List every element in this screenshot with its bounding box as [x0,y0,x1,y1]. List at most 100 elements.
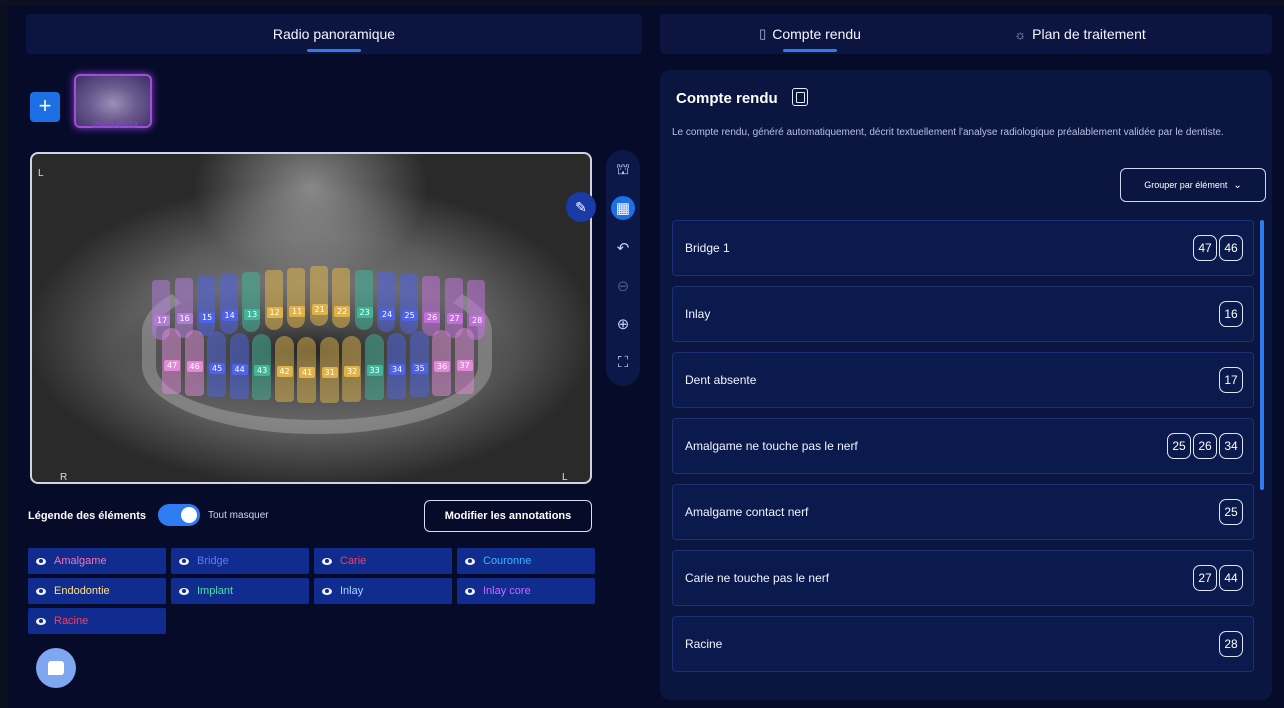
tooth-badge[interactable]: 34 [1219,433,1243,459]
eye-icon [179,587,189,595]
zoom-in-icon: ⊕ [616,316,630,333]
tooth-number-tag: 27 [446,313,463,324]
zoom-in-button[interactable]: ⊕ [611,312,635,336]
tooth-number-tag: 26 [424,311,441,323]
report-row-label: Dent absente [685,373,757,387]
lightbulb-icon: ☼ [1014,26,1027,42]
legend-chip[interactable]: Amalgame [28,548,166,574]
eye-icon [179,557,189,565]
annotation-view-button[interactable]: ▦ [611,196,635,220]
legend-chip[interactable]: Racine [28,608,166,634]
report-title: Compte rendu [676,90,778,107]
tooth-badges: 25 26 34 [1167,433,1243,459]
tab-active-indicator [307,49,361,52]
tooth-view-button[interactable]: ⛫ [611,158,635,182]
tooth-number-tag: 47 [164,360,181,372]
legend-chip[interactable]: Couronne [457,548,595,574]
tooth-badge[interactable]: 25 [1219,499,1243,525]
upper-tooth[interactable] [399,274,418,334]
window-edge [0,0,8,708]
tab-radio-panoramique[interactable]: Radio panoramique [26,14,642,54]
report-description: Le compte rendu, généré automatiquement,… [672,127,1224,138]
tooth-badge[interactable]: 27 [1193,565,1217,591]
upper-tooth[interactable] [197,276,215,336]
report-row[interactable]: Dent absente 17 [672,352,1254,408]
edit-pencil-button[interactable]: ✎ [566,192,596,222]
group-by-select[interactable]: Grouper par élément ⌄ [1120,168,1266,202]
xray-marker: L [38,168,44,179]
zoom-out-button[interactable]: ⊖ [611,274,635,298]
hide-all-toggle[interactable] [158,504,200,526]
plus-icon: + [38,93,52,118]
tooth-badge[interactable]: 17 [1219,367,1243,393]
tooth-badges: 28 [1219,631,1243,657]
right-tabbar: ▯ Compte rendu ☼ Plan de traitement [660,14,1272,54]
tooth-badge[interactable]: 46 [1219,235,1243,261]
legend-title: Légende des éléments [28,510,146,522]
upper-tooth[interactable] [264,270,283,330]
legend-chip[interactable]: Endodontie [28,578,166,604]
fullscreen-button[interactable]: ⛶ [611,350,635,374]
upper-tooth[interactable] [219,274,238,334]
upper-tooth[interactable] [377,272,395,332]
tooth-number-tag: 37 [456,360,473,372]
report-row[interactable]: Carie ne touche pas le nerf 27 44 [672,550,1254,606]
undo-button[interactable]: ↶ [611,236,635,260]
legend-chip[interactable]: Carie [314,548,452,574]
report-panel: Compte rendu Le compte rendu, généré aut… [660,70,1272,700]
tooth-badge[interactable]: 47 [1193,235,1217,261]
upper-tooth[interactable] [422,276,440,336]
eye-icon [36,557,46,565]
tooth-badge[interactable]: 25 [1167,433,1191,459]
legend-chip-label: Bridge [197,555,229,567]
tooth-number-tag: 13 [244,308,261,320]
legend-chip[interactable]: Inlay core [457,578,595,604]
add-radio-button[interactable]: + [30,92,60,122]
chat-icon [48,661,64,675]
report-row[interactable]: Amalgame ne touche pas le nerf 25 26 34 [672,418,1254,474]
tooth-number-tag: 23 [356,307,373,318]
report-row-label: Carie ne touche pas le nerf [685,571,830,585]
legend-chip[interactable]: Bridge [171,548,309,574]
panoramic-xray[interactable]: L R L 17 16 15 14 13 12 11 21 22 23 24 25 26 27 28 47 46… [30,152,592,484]
report-row[interactable]: Bridge 1 47 46 [672,220,1254,276]
legend-chip-label: Carie [340,555,367,567]
tooth-badge[interactable]: 44 [1219,565,1243,591]
tooth-number-tag: 15 [199,311,216,323]
legend-chip[interactable]: Implant [171,578,309,604]
tooth-number-tag: 33 [366,365,383,376]
scrollbar[interactable] [1260,220,1264,490]
chat-button[interactable] [36,648,76,688]
tab-active-indicator [783,49,837,52]
tooth-number-tag: 43 [254,365,271,376]
tab-compte-rendu[interactable]: ▯ Compte rendu [730,14,890,54]
upper-tooth[interactable] [332,268,350,328]
report-row[interactable]: Inlay 16 [672,286,1254,342]
zoom-out-icon: ⊖ [616,278,630,295]
tooth-number-tag: 24 [379,308,396,320]
legend-chip-label: Amalgame [54,555,107,567]
upper-tooth[interactable] [242,272,260,332]
copy-icon[interactable] [792,88,808,106]
tooth-badge[interactable]: 26 [1193,433,1217,459]
upper-tooth[interactable] [354,270,373,330]
xray-marker: L [562,472,568,483]
report-row[interactable]: Amalgame contact nerf 25 [672,484,1254,540]
tooth-number-tag: 25 [401,310,418,321]
report-row[interactable]: Racine 28 [672,616,1254,672]
left-tabbar: Radio panoramique [26,14,642,54]
tooth-number-tag: 16 [176,313,193,324]
report-row-label: Amalgame contact nerf [685,505,809,519]
report-row-label: Bridge 1 [685,241,730,255]
tooth-badge[interactable]: 28 [1219,631,1243,657]
tooth-number-tag: 22 [334,305,351,317]
tooth-grid-icon: ▦ [615,200,631,217]
tooth-badges: 47 46 [1193,235,1243,261]
tooth-badge[interactable]: 16 [1219,301,1243,327]
upper-tooth[interactable] [309,266,328,326]
fullscreen-icon: ⛶ [617,353,629,371]
modify-annotations-button[interactable]: Modifier les annotations [424,500,592,532]
tab-plan-de-traitement[interactable]: ☼ Plan de traitement [980,14,1180,54]
upper-tooth[interactable] [287,268,305,328]
legend-chip[interactable]: Inlay [314,578,452,604]
